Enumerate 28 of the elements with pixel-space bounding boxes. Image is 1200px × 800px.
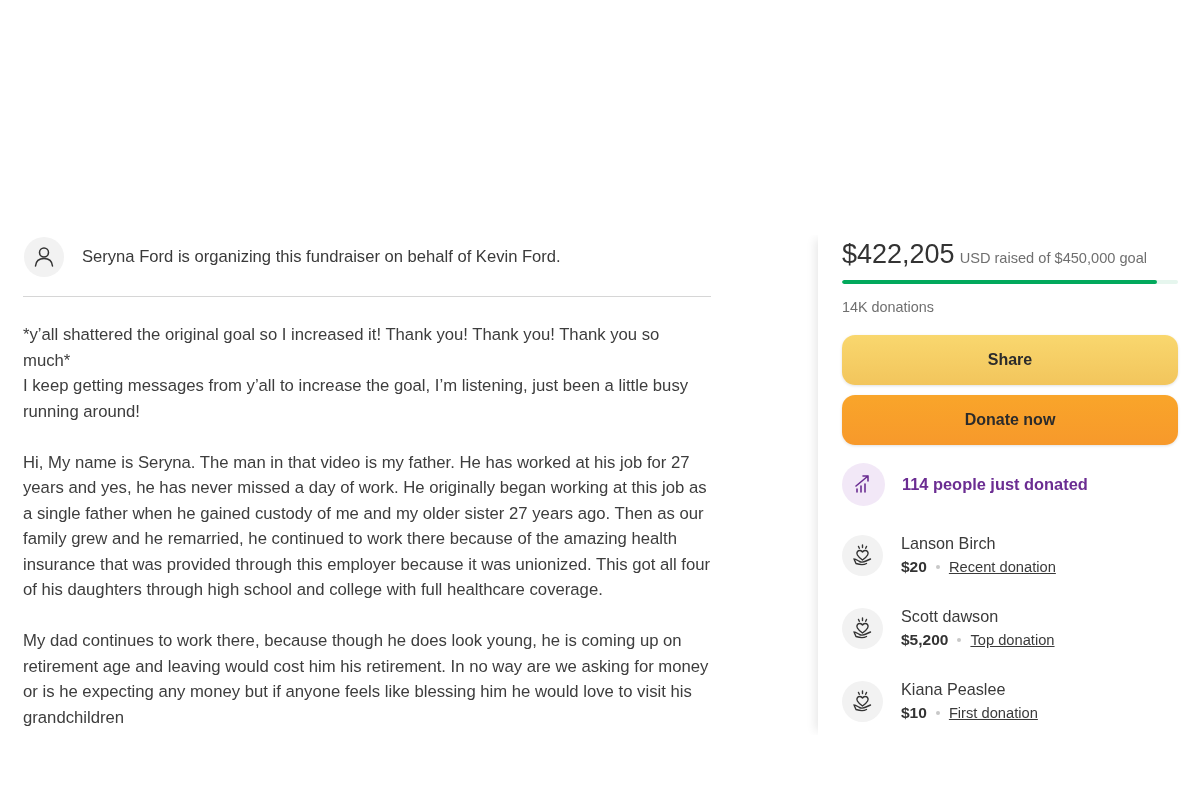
organizer-text: Seryna Ford is organizing this fundraiser on behalf of Kevin Ford.: [82, 247, 561, 267]
donation-amount: $5,200: [901, 630, 949, 650]
separator-dot-icon: [935, 711, 940, 715]
separator-dot-icon: [935, 565, 940, 569]
separator-dot-icon: [957, 638, 962, 642]
donor-name: Kiana Peaslee: [901, 679, 1007, 699]
user-icon: [24, 237, 64, 277]
donor-name: Lanson Birch: [901, 533, 997, 553]
donation-amount: $10: [901, 703, 927, 723]
heart-in-hand-icon: [842, 680, 883, 722]
donation-amount: $20: [901, 557, 927, 577]
donor-name: Scott dawson: [901, 606, 1000, 626]
story-paragraph: Hi, My name is Seryna. The man in that video is my father. He has worked at his job for 27 years and yes, he has never missed a day of work. He originally began working at this job as a single father when he gained custody of me and my older sister 27 years ago. Then as our family grew and he remarried, he continued to work there because of the amazing health insurance that was provided through this employer because it was unionized. This got all four of his daughters through high school and college with full healthcare coverage.: [23, 451, 711, 601]
raised-amount: $422,205: [842, 238, 955, 271]
story-paragraph: *y’all shattered the original goal so I increased it! Thank you! Thank you! Thank you so much*: [23, 324, 661, 372]
donation-tag-link[interactable]: Top donation: [970, 630, 1055, 650]
heart-in-hand-icon: [842, 607, 883, 649]
goal-text: USD raised of $450,000 goal: [959, 250, 1148, 266]
story-paragraph: My dad continues to work there, because though he does look young, he is coming up on retirement age and leaving would cost him his retirement. In no way are we asking for money or is he expecting any money but if anyone feels like blessing him he would love to visit his grandchildren: [23, 630, 710, 729]
share-button[interactable]: Share: [842, 335, 1178, 385]
donate-button[interactable]: Donate now: [842, 395, 1178, 445]
heart-in-hand-icon: [842, 534, 883, 576]
activity-text: 114 people just donated: [902, 475, 1088, 494]
donation-tag-link[interactable]: Recent donation: [948, 557, 1056, 577]
donations-count: 14K donations: [842, 299, 935, 315]
donation-tag-link[interactable]: First donation: [948, 703, 1038, 723]
trending-up-chart-icon: [842, 463, 885, 506]
story-paragraph: I keep getting messages from y’all to increase the goal, I’m listening, just been a little busy running around!: [23, 375, 690, 423]
